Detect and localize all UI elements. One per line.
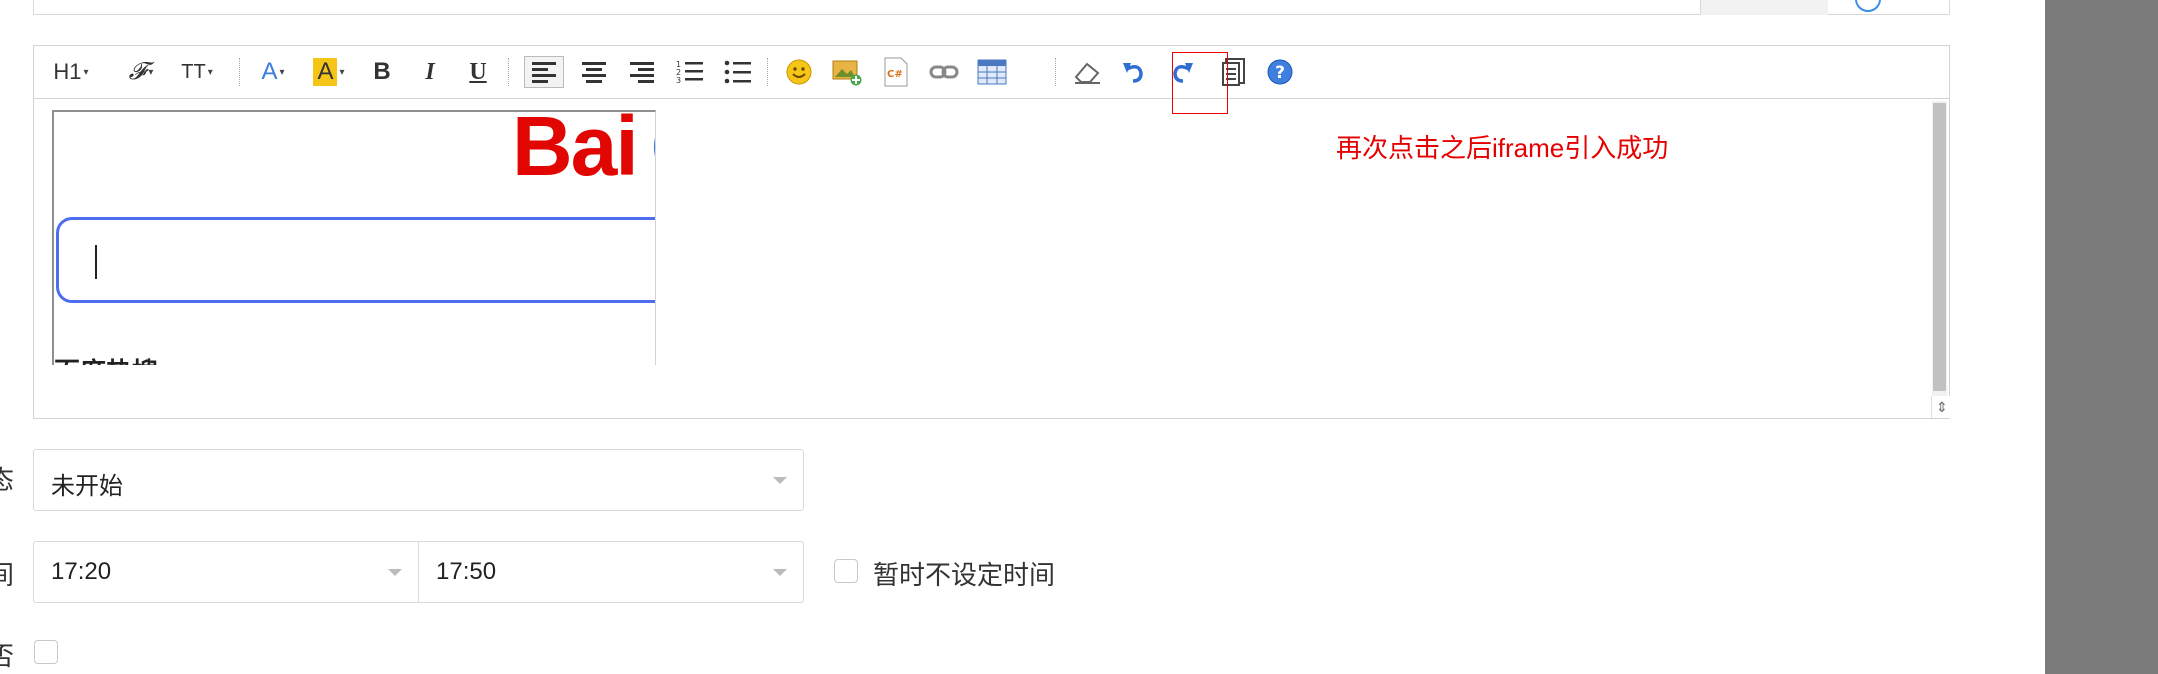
last-row-checkbox[interactable] (34, 640, 58, 664)
top-input-remnant[interactable] (33, 0, 1950, 15)
bullet-list-icon (724, 60, 751, 84)
undo-icon (1123, 63, 1143, 83)
align-left-button[interactable] (524, 56, 564, 88)
time-label: 间 (0, 560, 15, 590)
emoji-button[interactable] (779, 56, 819, 88)
italic-button[interactable]: I (412, 56, 448, 88)
align-center-icon (582, 62, 606, 83)
align-right-button[interactable] (622, 56, 662, 88)
resize-handle[interactable]: ⇕ (1931, 396, 1952, 418)
top-button-remnant[interactable] (1700, 0, 1828, 15)
chevron-down-icon: ▾ (339, 66, 345, 78)
underline-label: U (469, 58, 487, 85)
chevron-down-icon: ▾ (83, 66, 89, 78)
resize-icon: ⇕ (1936, 398, 1948, 415)
start-time-select[interactable]: 17:20 (33, 541, 419, 603)
embedded-iframe[interactable]: Bai 百度热搜 › (52, 110, 656, 365)
toolbar-separator (239, 58, 240, 86)
link-icon (929, 65, 959, 79)
bold-button[interactable]: B (364, 56, 400, 88)
status-value: 未开始 (51, 473, 123, 500)
insert-link-button[interactable] (924, 56, 964, 88)
editor-scrollbar-thumb[interactable] (1933, 103, 1946, 391)
eraser-icon (1074, 62, 1100, 84)
chevron-down-icon: ▾ (279, 66, 285, 78)
font-color-button[interactable]: A ▾ (252, 56, 294, 88)
baidu-logo-paw (654, 122, 655, 172)
insert-table-button[interactable] (972, 56, 1012, 88)
heading-label: H1 (53, 59, 82, 84)
font-family-button[interactable]: 𝓕 ▾ (118, 56, 164, 88)
start-time-value: 17:20 (51, 558, 112, 585)
table-icon (977, 59, 1007, 85)
toolbar-separator (508, 58, 509, 86)
align-right-icon (630, 62, 654, 83)
svg-text:C#: C# (887, 69, 903, 80)
text-cursor (95, 245, 97, 279)
font-family-label: 𝓕 (128, 58, 147, 85)
status-label: 态 (0, 465, 15, 495)
chevron-down-icon (388, 569, 402, 576)
chevron-down-icon (773, 477, 787, 484)
chevron-down-icon: ▾ (207, 66, 213, 78)
baidu-search-input[interactable] (56, 217, 655, 303)
italic-label: I (425, 58, 435, 85)
align-left-icon (532, 62, 556, 83)
align-center-button[interactable] (574, 56, 614, 88)
end-time-select[interactable]: 17:50 (418, 541, 804, 603)
last-row-label: 否 (0, 641, 15, 671)
baidu-hot-search-link[interactable]: 百度热搜 › (54, 352, 174, 365)
help-icon: ? (1267, 59, 1293, 85)
end-time-value: 17:50 (436, 558, 497, 585)
font-color-label: A (261, 58, 278, 85)
image-add-icon (832, 60, 862, 86)
no-time-label: 暂时不设定时间 (873, 560, 1056, 590)
font-size-label: TT (181, 60, 206, 83)
bullet-list-button[interactable] (718, 56, 758, 88)
editor-toolbar: H1 ▾ 𝓕 ▾ TT ▾ A ▾ A ▾ B I U 123 C# ? (34, 46, 1949, 99)
clear-format-button[interactable] (1067, 56, 1107, 88)
code-file-icon: C# (884, 57, 908, 87)
svg-text:?: ? (1275, 63, 1285, 83)
baidu-logo: Bai (512, 110, 639, 193)
toolbar-separator (767, 58, 768, 86)
insert-image-button[interactable] (827, 56, 867, 88)
no-time-checkbox[interactable] (834, 559, 858, 583)
heading-button[interactable]: H1 ▾ (48, 56, 94, 88)
smiley-icon (786, 59, 812, 85)
ordered-list-button[interactable]: 123 (670, 56, 710, 88)
svg-text:3: 3 (676, 76, 681, 85)
undo-button[interactable] (1114, 56, 1154, 88)
status-select[interactable]: 未开始 (33, 449, 804, 511)
bold-label: B (373, 58, 391, 85)
ordered-list-icon: 123 (676, 60, 703, 85)
insert-code-button[interactable]: C# (876, 56, 916, 88)
rich-text-editor: H1 ▾ 𝓕 ▾ TT ▾ A ▾ A ▾ B I U 123 C# ? Bai… (33, 45, 1952, 419)
highlight-label: A (313, 58, 338, 86)
highlight-button[interactable]: A ▾ (306, 56, 352, 88)
chevron-down-icon: ▾ (148, 66, 154, 78)
chevron-down-icon (773, 569, 787, 576)
underline-button[interactable]: U (460, 56, 496, 88)
help-button[interactable]: ? (1260, 56, 1300, 88)
side-overlay-panel (2045, 0, 2158, 674)
toolbar-separator (1055, 58, 1056, 86)
annotation-highlight-box (1172, 52, 1228, 114)
font-size-button[interactable]: TT ▾ (174, 56, 220, 88)
annotation-text: 再次点击之后iframe引入成功 (1336, 133, 1669, 163)
